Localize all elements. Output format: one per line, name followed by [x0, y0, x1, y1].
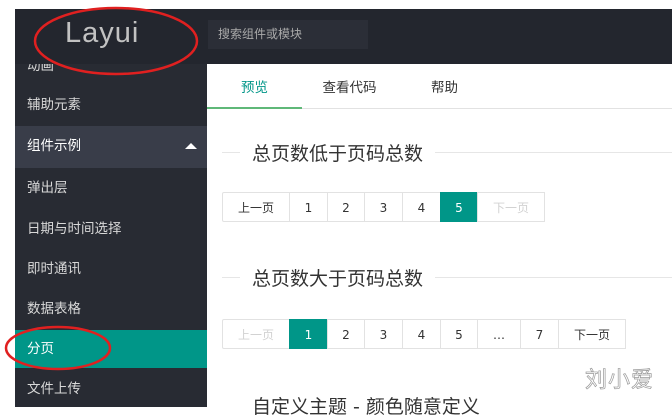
section-heading: 总页数低于页码总数 [240, 139, 436, 166]
sidebar-item-animation[interactable]: 动画 [15, 64, 207, 86]
sidebar-group-label: 组件示例 [27, 138, 81, 154]
next-page-button[interactable]: 下一页 [558, 319, 626, 349]
logo[interactable]: Layui [65, 17, 139, 50]
pagination-1: 上一页 1 2 3 4 5 下一页 [222, 192, 545, 222]
page-4-button[interactable]: 4 [402, 319, 441, 349]
page-1-button[interactable]: 1 [289, 192, 328, 222]
sidebar-item-layer[interactable]: 弹出层 [15, 168, 207, 208]
sidebar-item-upload[interactable]: 文件上传 [15, 369, 207, 407]
tab-help[interactable]: 帮助 [397, 64, 492, 109]
section-heading: 自定义主题 - 颜色随意定义 [240, 392, 492, 419]
sidebar-group-components[interactable]: 组件示例 [15, 126, 207, 168]
section-title-2: 总页数大于页码总数 [222, 264, 672, 291]
section-heading: 总页数大于页码总数 [240, 264, 436, 291]
sidebar-item-table[interactable]: 数据表格 [15, 289, 207, 329]
page-5-button[interactable]: 5 [440, 319, 478, 349]
current-page-1: 1 [289, 319, 328, 349]
tab-bar: 预览 查看代码 帮助 [207, 64, 672, 109]
pagination-2: 上一页 1 2 3 4 5 … 7 下一页 [222, 319, 626, 349]
sidebar-item-helpers[interactable]: 辅助元素 [15, 85, 207, 125]
prev-page-button: 上一页 [222, 319, 290, 349]
main-content: 预览 查看代码 帮助 总页数低于页码总数 上一页 1 2 3 4 5 下一页 总… [207, 64, 672, 419]
next-page-button: 下一页 [477, 192, 545, 222]
page-3-button[interactable]: 3 [364, 319, 403, 349]
current-page-5: 5 [440, 192, 478, 222]
page-2-button[interactable]: 2 [327, 319, 365, 349]
watermark: 刘小爱 [585, 368, 655, 394]
caret-up-icon [185, 143, 197, 149]
top-header: Layui 搜索组件或模块 [15, 9, 672, 64]
search-input[interactable]: 搜索组件或模块 [208, 20, 368, 49]
section-title-1: 总页数低于页码总数 [222, 139, 672, 166]
ellipsis: … [477, 319, 521, 349]
tab-preview[interactable]: 预览 [207, 64, 302, 109]
sidebar: 动画 辅助元素 组件示例 弹出层 日期与时间选择 即时通讯 数据表格 分页 文件… [15, 64, 207, 407]
sidebar-item-im[interactable]: 即时通讯 [15, 249, 207, 289]
sidebar-item-pagination[interactable]: 分页 [15, 330, 207, 368]
page-4-button[interactable]: 4 [402, 192, 441, 222]
tab-view-code[interactable]: 查看代码 [302, 64, 397, 109]
page-7-button[interactable]: 7 [520, 319, 559, 349]
sidebar-item-laydate[interactable]: 日期与时间选择 [15, 209, 207, 249]
page-3-button[interactable]: 3 [364, 192, 403, 222]
page-2-button[interactable]: 2 [327, 192, 365, 222]
prev-page-button[interactable]: 上一页 [222, 192, 290, 222]
